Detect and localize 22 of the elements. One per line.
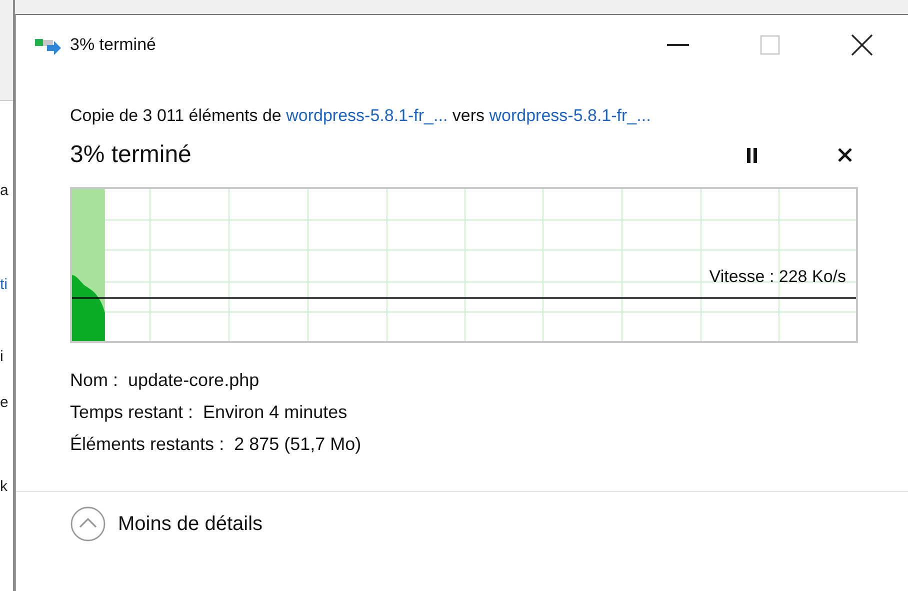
close-icon [851,34,873,56]
detail-line: Éléments restants : 2 875 (51,7 Mo) [70,433,362,455]
chevron-up-icon [70,506,106,542]
copy-description: Copie de 3 011 éléments de wordpress-5.8.1-fr_... vers wordpress-5.8.1-fr_... [70,105,652,127]
minimize-icon [667,44,689,46]
background-text-fragment: i [0,347,4,367]
folder-link[interactable]: wordpress-5.8.1-fr_... [489,106,651,125]
speed-label: Vitesse : 228 Ko/s [709,267,846,287]
progress-heading: 3% terminé [70,141,192,169]
window-title: 3% terminé [70,35,157,55]
folder-link[interactable]: wordpress-5.8.1-fr_... [286,106,448,125]
background-text-fragment: k [0,477,8,497]
background-text-fragment: e [0,393,8,413]
detail-line: Nom : update-core.php [70,369,260,391]
close-icon [838,148,852,162]
background-text-fragment: ti [0,275,8,295]
pause-icon [746,148,758,162]
speed-graph-drawing [72,275,105,341]
details-toggle[interactable]: Moins de détails [70,506,263,542]
maximize-icon [760,35,780,55]
background-text-fragment: a [0,181,8,201]
detail-line: Temps restant : Environ 4 minutes [70,401,348,423]
